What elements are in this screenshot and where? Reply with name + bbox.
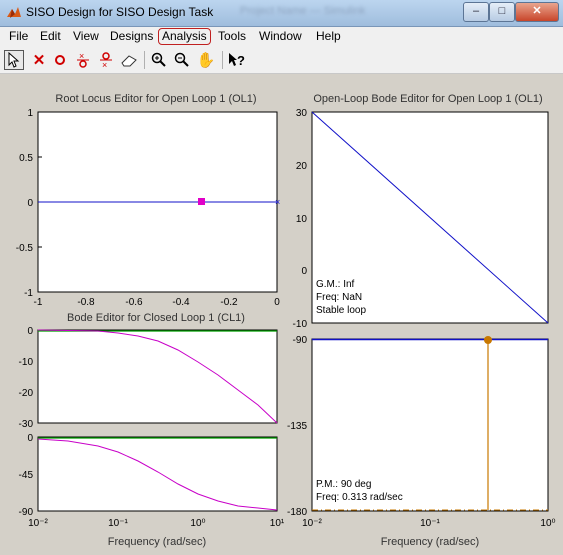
open-loop-pole-marker: × <box>275 197 280 207</box>
rl-xtick-label: -0.6 <box>125 297 143 308</box>
closed-loop-pole-marker[interactable] <box>198 198 205 205</box>
blurred-title-text: Project Name — Simulink <box>240 5 366 17</box>
ol-mag-ytick-label: 20 <box>296 161 308 172</box>
ol-gain-margin-text: G.M.: Inf <box>316 279 355 290</box>
cl-mag-ytick-label: -30 <box>19 419 34 430</box>
toolbar-separator <box>222 51 223 69</box>
title-bar: SISO Design for SISO Design Task Project… <box>0 0 563 27</box>
menu-tools[interactable]: Tools <box>215 29 249 44</box>
ol-xtick-label: 10⁰ <box>540 518 555 529</box>
rl-xtick-label: -0.4 <box>172 297 190 308</box>
cl-mag-ytick-label: 0 <box>27 326 33 337</box>
pan-hand-icon[interactable]: ✋ <box>196 50 216 70</box>
root-locus-title: Root Locus Editor for Open Loop 1 (OL1) <box>55 93 256 105</box>
figure-canvas: Root Locus Editor for Open Loop 1 (OL1) … <box>5 74 558 552</box>
ol-xlabel: Frequency (rad/sec) <box>381 536 479 548</box>
rl-ytick-label: 0.5 <box>19 153 33 164</box>
menu-analysis[interactable]: Analysis <box>158 28 211 45</box>
siso-design-window: SISO Design for SISO Design Task Project… <box>0 0 563 555</box>
rl-xtick-label: -0.2 <box>220 297 238 308</box>
maximize-button[interactable]: □ <box>489 2 515 22</box>
ol-bode-title: Open-Loop Bode Editor for Open Loop 1 (O… <box>313 93 542 105</box>
zoom-in-icon[interactable] <box>149 50 169 70</box>
ol-mag-ytick-label: -10 <box>293 319 308 330</box>
cl-mag-ytick-label: -10 <box>19 357 34 368</box>
menu-bar: File Edit View Designs Analysis Tools Wi… <box>0 27 563 47</box>
add-zero-icon[interactable] <box>50 50 70 70</box>
menu-help[interactable]: Help <box>313 29 344 44</box>
minimize-button[interactable]: – <box>463 2 489 22</box>
window-title: SISO Design for SISO Design Task <box>26 5 214 19</box>
ol-phase-ytick-label: -90 <box>293 335 308 346</box>
add-pole-icon[interactable]: ✕ <box>29 50 49 70</box>
cl-phase-ytick-label: -45 <box>19 470 34 481</box>
whats-this-icon[interactable]: ? <box>228 50 248 70</box>
ol-mag-ytick-label: 10 <box>296 214 308 225</box>
add-lag-icon[interactable]: × <box>96 50 116 70</box>
cl-xtick-label: 10⁰ <box>190 518 205 529</box>
ol-xtick-label: 10⁻¹ <box>420 518 440 529</box>
rl-xtick-label: 0 <box>274 297 280 308</box>
add-lead-icon[interactable]: × <box>73 50 93 70</box>
rl-ytick-label: -0.5 <box>16 243 34 254</box>
ol-pm-frequency-text: Freq: 0.313 rad/sec <box>316 492 403 503</box>
close-button[interactable]: ✕ <box>515 2 559 22</box>
zoom-out-icon[interactable] <box>172 50 192 70</box>
cl-bode-phase-axes[interactable] <box>37 436 278 512</box>
svg-text:?: ? <box>237 53 245 68</box>
rl-ytick-label: 0 <box>27 198 33 209</box>
menu-view[interactable]: View <box>70 29 102 44</box>
cl-xtick-label: 10⁻¹ <box>108 518 128 529</box>
rl-ytick-label: -1 <box>24 288 33 299</box>
rl-xtick-label: -1 <box>34 297 43 308</box>
ol-stability-text: Stable loop <box>316 305 366 316</box>
ol-phase-ytick-label: -180 <box>287 507 307 518</box>
cl-bode-magnitude-axes[interactable] <box>37 329 278 424</box>
phase-margin-marker[interactable] <box>484 336 492 344</box>
svg-text:×: × <box>102 60 107 69</box>
cl-bode-title: Bode Editor for Closed Loop 1 (CL1) <box>67 312 245 324</box>
toolbar-separator <box>144 51 145 69</box>
cl-xtick-label: 10⁻² <box>28 518 48 529</box>
cl-mag-ytick-label: -20 <box>19 388 34 399</box>
toolbar: ✕ × × ✋ ? <box>0 47 563 74</box>
ol-phase-margin-text: P.M.: 90 deg <box>316 479 371 490</box>
cl-xtick-label: 10¹ <box>270 518 285 529</box>
rl-xtick-label: -0.8 <box>77 297 95 308</box>
cl-phase-ytick-label: -90 <box>19 507 34 518</box>
ol-phase-ytick-label: -135 <box>287 421 307 432</box>
matlab-logo-icon <box>7 7 21 18</box>
pointer-icon[interactable] <box>4 50 24 70</box>
cl-xlabel: Frequency (rad/sec) <box>108 536 206 548</box>
menu-edit[interactable]: Edit <box>37 29 64 44</box>
ol-gm-frequency-text: Freq: NaN <box>316 292 362 303</box>
ol-xtick-label: 10⁻² <box>302 518 322 529</box>
ol-mag-ytick-label: 30 <box>296 108 308 119</box>
menu-designs[interactable]: Designs <box>107 29 156 44</box>
ol-mag-ytick-label: 0 <box>301 266 307 277</box>
menu-window[interactable]: Window <box>256 29 305 44</box>
eraser-icon[interactable] <box>119 50 139 70</box>
menu-file[interactable]: File <box>6 29 31 44</box>
rl-ytick-label: 1 <box>27 108 33 119</box>
cl-phase-ytick-label: 0 <box>27 433 33 444</box>
